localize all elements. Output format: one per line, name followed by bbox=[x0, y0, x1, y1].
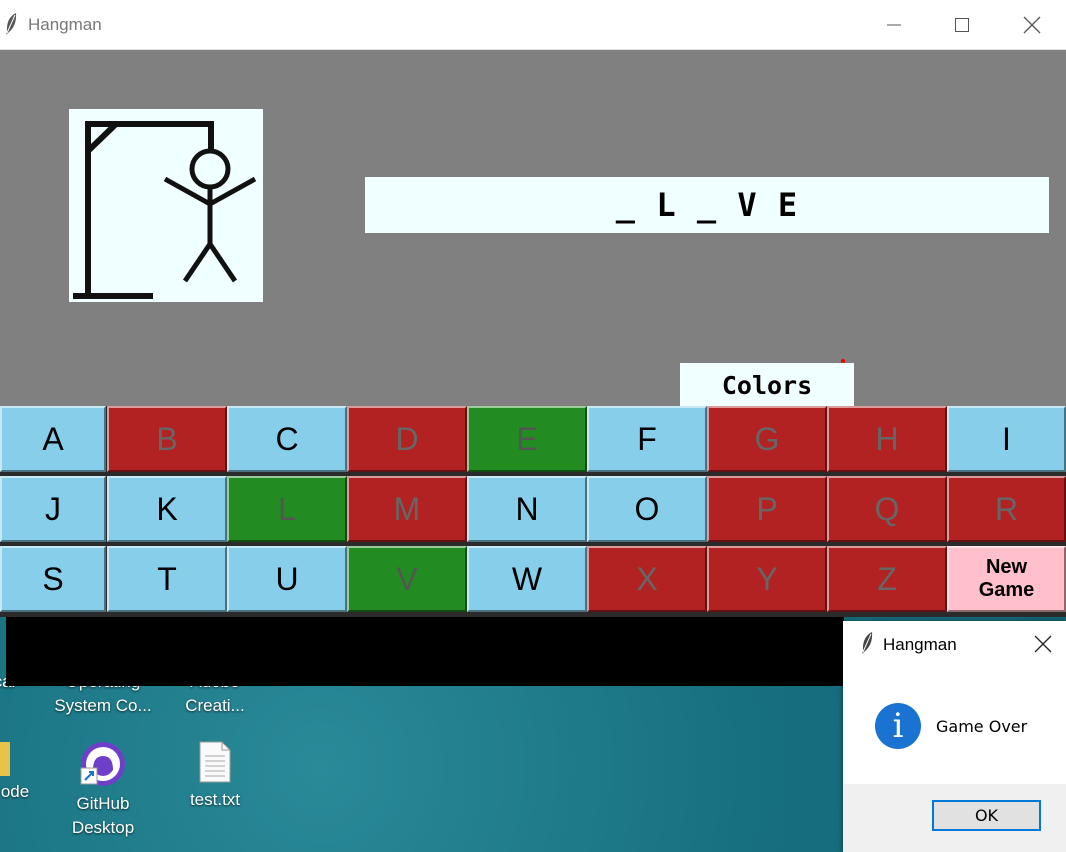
dialog-close-button[interactable] bbox=[1023, 629, 1063, 659]
letter-key-o[interactable]: O bbox=[587, 476, 707, 542]
message-dialog: Hangman i Game Over OK bbox=[843, 621, 1066, 852]
window-title: Hangman bbox=[28, 15, 102, 34]
desktop-icon-test-txt[interactable]: test.txt bbox=[160, 740, 270, 812]
dialog-message: Game Over bbox=[936, 717, 1028, 736]
maximize-icon bbox=[955, 18, 969, 32]
maximize-button[interactable] bbox=[942, 10, 982, 40]
feather-icon bbox=[860, 631, 874, 660]
new-game-label: New bbox=[985, 556, 1028, 578]
desktop-icon-label: test.txt bbox=[189, 790, 241, 809]
black-bar bbox=[6, 617, 844, 686]
letter-key-b[interactable]: B bbox=[107, 406, 227, 472]
desktop-icon-label: Desktop bbox=[71, 818, 135, 837]
letter-key-s[interactable]: S bbox=[0, 546, 106, 612]
desktop-icon-label: System Co... bbox=[54, 696, 152, 715]
letter-key-j[interactable]: J bbox=[0, 476, 106, 542]
title-bar[interactable]: Hangman bbox=[0, 0, 1066, 50]
desktop-icon-github[interactable]: GitHub Desktop bbox=[48, 740, 158, 840]
close-button[interactable] bbox=[1012, 10, 1052, 40]
close-icon bbox=[1034, 635, 1052, 653]
info-icon: i bbox=[875, 703, 921, 749]
letter-key-m[interactable]: M bbox=[347, 476, 467, 542]
letter-key-r[interactable]: R bbox=[947, 476, 1066, 542]
ok-button[interactable]: OK bbox=[932, 800, 1041, 831]
minimize-button[interactable] bbox=[874, 10, 914, 40]
letter-key-u[interactable]: U bbox=[227, 546, 347, 612]
letter-key-f[interactable]: F bbox=[587, 406, 707, 472]
letter-key-v[interactable]: V bbox=[347, 546, 467, 612]
letter-key-p[interactable]: P bbox=[707, 476, 827, 542]
new-game-label: Game bbox=[978, 579, 1035, 601]
new-game-button[interactable]: New Game bbox=[947, 546, 1066, 612]
letter-key-z[interactable]: Z bbox=[827, 546, 947, 612]
letter-key-g[interactable]: G bbox=[707, 406, 827, 472]
hangman-drawing bbox=[69, 109, 263, 302]
letter-key-i[interactable]: I bbox=[947, 406, 1066, 472]
feather-icon bbox=[4, 12, 18, 41]
desktop-icon-label: Creati... bbox=[185, 696, 245, 715]
letter-key-a[interactable]: A bbox=[0, 406, 106, 472]
close-icon bbox=[1023, 16, 1041, 34]
word-text: _ L _ V E bbox=[615, 186, 799, 224]
letter-key-w[interactable]: W bbox=[467, 546, 587, 612]
letter-key-e[interactable]: E bbox=[467, 406, 587, 472]
letter-keyboard: A B C D E F G H I J K L M N O P Q R S T U V W X Y Z New Game bbox=[0, 406, 1066, 617]
desktop-icon-label: GitHub bbox=[76, 794, 130, 813]
letter-key-d[interactable]: D bbox=[347, 406, 467, 472]
dialog-title: Hangman bbox=[883, 635, 957, 654]
minimize-icon bbox=[887, 24, 901, 26]
letter-key-x[interactable]: X bbox=[587, 546, 707, 612]
letter-key-c[interactable]: C bbox=[227, 406, 347, 472]
word-display: _ L _ V E bbox=[365, 177, 1049, 233]
letter-key-l[interactable]: L bbox=[227, 476, 347, 542]
text-file-icon bbox=[198, 740, 232, 784]
github-icon bbox=[79, 740, 127, 788]
colors-button[interactable]: Colors bbox=[680, 363, 854, 407]
letter-key-h[interactable]: H bbox=[827, 406, 947, 472]
hangman-window: Hangman _ L _ V E Colors A B C D E F G H… bbox=[0, 0, 1066, 617]
folder-icon bbox=[0, 742, 10, 776]
letter-key-n[interactable]: N bbox=[467, 476, 587, 542]
letter-key-t[interactable]: T bbox=[107, 546, 227, 612]
letter-key-q[interactable]: Q bbox=[827, 476, 947, 542]
letter-key-y[interactable]: Y bbox=[707, 546, 827, 612]
letter-key-k[interactable]: K bbox=[107, 476, 227, 542]
